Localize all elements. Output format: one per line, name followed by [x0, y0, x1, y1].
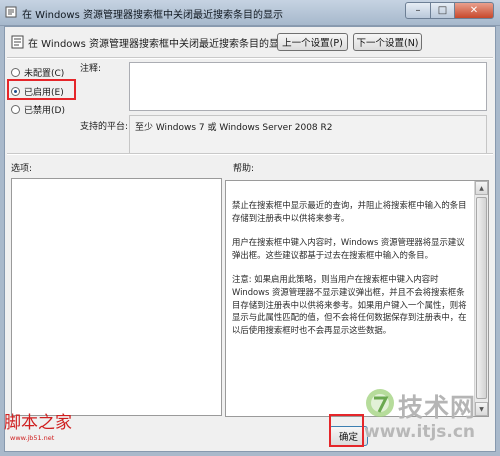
close-button[interactable]: ✕ [454, 2, 494, 19]
scroll-up-button[interactable]: ▲ [475, 181, 488, 195]
enabled-highlight-box [7, 79, 76, 100]
watermark-jb51-url: www.jb51.net [10, 434, 55, 442]
section-separator [7, 153, 493, 155]
help-paragraph: 注意: 如果启用此策略，则当用户在搜索框中键入内容时 Windows 资源管理器… [232, 274, 467, 335]
supported-platform-value: 至少 Windows 7 或 Windows Server 2008 R2 [135, 123, 333, 133]
radio-not-configured-label: 未配置(C) [24, 69, 65, 79]
policy-name: 在 Windows 资源管理器搜索框中关闭最近搜索条目的显示 [28, 39, 289, 50]
comment-textarea[interactable] [129, 62, 487, 111]
comment-label: 注释: [80, 64, 102, 74]
radio-disabled-dot[interactable] [11, 105, 20, 114]
help-scrollbar[interactable]: ▲ ▼ [474, 181, 488, 416]
watermark-itjs-text: 技术网 [398, 393, 477, 422]
supported-platform-label: 支持的平台: [80, 122, 129, 132]
radio-not-configured[interactable]: 未配置(C) [11, 66, 64, 79]
previous-setting-button[interactable]: 上一个设置(P) [277, 33, 348, 51]
options-label: 选项: [11, 164, 33, 174]
help-text: 禁止在搜索框中显示最近的查询，并阻止将搜索框中输入的条目存储到注册表中以供将来参… [232, 199, 470, 348]
watermark-jb51-text: 脚本之家 [4, 413, 72, 433]
help-paragraph: 用户在搜索框中键入内容时，Windows 资源管理器将显示建议弹出框。这些建议都… [232, 237, 465, 260]
chevron-down-icon: ▼ [479, 405, 484, 413]
next-setting-button[interactable]: 下一个设置(N) [353, 33, 422, 51]
help-label: 帮助: [233, 164, 255, 174]
chevron-up-icon: ▲ [479, 184, 484, 192]
maximize-icon: □ [437, 5, 448, 16]
radio-not-configured-dot[interactable] [11, 68, 20, 77]
scroll-down-button[interactable]: ▼ [475, 402, 488, 416]
supported-platform-box: 至少 Windows 7 或 Windows Server 2008 R2 [129, 115, 487, 154]
options-panel [11, 178, 222, 416]
scroll-thumb[interactable] [476, 197, 487, 399]
policy-dialog-window: 在 Windows 资源管理器搜索框中关闭最近搜索条目的显示 – □ ✕ 在 W… [0, 0, 500, 456]
watermark-itjs-url: www.itjs.cn [364, 422, 476, 442]
minimize-icon: – [415, 5, 421, 16]
help-panel[interactable]: 禁止在搜索框中显示最近的查询，并阻止将搜索框中输入的条目存储到注册表中以供将来参… [225, 180, 489, 417]
header-separator [7, 57, 493, 59]
window-title: 在 Windows 资源管理器搜索框中关闭最近搜索条目的显示 [22, 10, 283, 21]
help-paragraph: 禁止在搜索框中显示最近的查询，并阻止将搜索框中输入的条目存储到注册表中以供将来参… [232, 200, 467, 223]
radio-disabled-label: 已禁用(D) [24, 106, 65, 116]
ok-highlight-box [329, 414, 364, 447]
minimize-button[interactable]: – [405, 2, 431, 19]
policy-document-icon [11, 35, 24, 49]
maximize-button[interactable]: □ [430, 2, 455, 19]
title-bar[interactable]: 在 Windows 资源管理器搜索框中关闭最近搜索条目的显示 – □ ✕ [0, 0, 500, 26]
itjs-logo-icon [366, 389, 394, 417]
policy-setting-icon [5, 6, 17, 18]
radio-disabled[interactable]: 已禁用(D) [11, 103, 65, 116]
close-icon: ✕ [469, 5, 479, 16]
